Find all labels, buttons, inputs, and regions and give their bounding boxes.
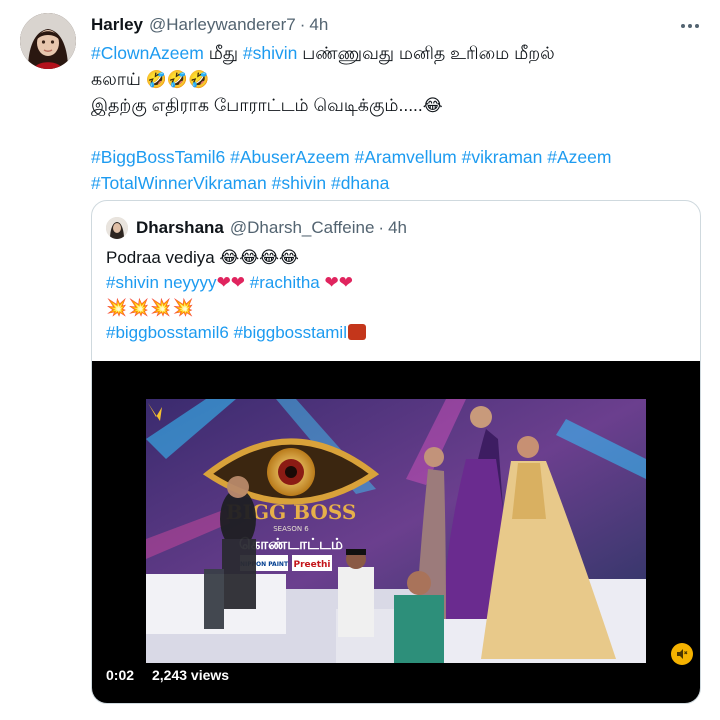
quoted-line-4: #biggbosstamil6 #biggbosstamil	[106, 320, 686, 345]
video-view-count: 2,243 views	[152, 667, 230, 683]
hashtag-link[interactable]: #biggbosstamil6	[106, 323, 229, 342]
quoted-line-3: 💥💥💥💥	[106, 295, 686, 320]
hashtag-link[interactable]: #TotalWinnerVikraman	[91, 173, 267, 193]
video-sponsor-text: Preethi	[293, 560, 330, 570]
heart-emoji: ❤❤	[216, 273, 246, 293]
hashtag-link[interactable]: #BiggBossTamil6	[91, 147, 225, 167]
quoted-tweet[interactable]: Dharshana @Dharsh_Caffeine · 4h Podraa v…	[91, 200, 701, 704]
quoted-author-handle[interactable]: @Dharsh_Caffeine	[230, 218, 375, 238]
hashtag-link[interactable]: #shivin neyyyy	[106, 273, 217, 292]
quoted-header: Dharshana @Dharsh_Caffeine · 4h	[136, 217, 407, 239]
tweet-text-line: #ClownAzeem மீது #shivin பண்ணுவது மனித உ…	[91, 40, 701, 66]
tweet-text-fragment: மீது	[203, 43, 243, 63]
tweet: Harley @Harleywanderer7 · 4h #ClownAzeem…	[0, 0, 720, 720]
tweet-text: #ClownAzeem மீது #shivin பண்ணுவது மனித உ…	[91, 40, 701, 196]
tweet-text-line: #TotalWinnerVikraman #shivin #dhana	[91, 170, 701, 196]
tweet-text-fragment: இதற்கு எதிராக போராட்டம் வெடிக்கும்.....	[91, 95, 423, 115]
quoted-text: Podraa vediya 😂😂😂😂 #shivin neyyyy❤❤ #rac…	[106, 245, 686, 345]
tweet-text-line	[91, 118, 701, 144]
hashtag-link[interactable]: #ClownAzeem	[91, 43, 204, 63]
more-options-icon[interactable]	[676, 14, 704, 38]
hashtag-link[interactable]: #shivin	[272, 173, 326, 193]
tweet-text-fragment: கலாய்	[91, 69, 146, 89]
tweet-text-line: #BiggBossTamil6 #AbuserAzeem #Aramvellum…	[91, 144, 701, 170]
next-item-peek	[91, 714, 111, 720]
tweet-text-line: கலாய் 🤣🤣🤣	[91, 66, 701, 92]
video-frame[interactable]: BIGG BOSS SEASON 6 கொண்டாட்டம் NIPPON PA…	[146, 399, 646, 663]
author-handle[interactable]: @Harleywanderer7	[149, 15, 296, 35]
hashtag-link[interactable]: #Azeem	[547, 147, 611, 167]
quoted-header-separator: ·	[378, 218, 385, 237]
tweet-timestamp[interactable]: 4h	[309, 15, 328, 35]
video-timecode: 0:02	[100, 663, 141, 687]
bigg-boss-badge-icon	[348, 324, 366, 340]
hashtag-link[interactable]: #biggbosstamil	[234, 323, 347, 342]
hashtag-link[interactable]: #vikraman	[462, 147, 543, 167]
quoted-author-name[interactable]: Dharshana	[136, 218, 224, 238]
author-avatar[interactable]	[20, 13, 76, 69]
tweet-text-fragment: பண்ணுவது மனித உரிமை மீறல்	[297, 43, 555, 63]
emoji: 😂	[422, 96, 443, 116]
quoted-line-1: Podraa vediya 😂😂😂😂	[106, 245, 686, 270]
heart-emoji: ❤❤	[324, 273, 353, 293]
hashtag-link[interactable]: #Aramvellum	[355, 147, 457, 167]
hashtag-link[interactable]: #AbuserAzeem	[230, 147, 350, 167]
quoted-author-avatar[interactable]	[106, 217, 128, 239]
laughing-emoji: 😂😂😂😂	[219, 248, 299, 268]
quoted-timestamp[interactable]: 4h	[388, 218, 407, 238]
video-season-text: SEASON 6	[273, 525, 309, 533]
tweet-text-line: இதற்கு எதிராக போராட்டம் வெடிக்கும்.....😂	[91, 92, 701, 118]
quoted-line-2: #shivin neyyyy❤❤ #rachitha ❤❤	[106, 270, 686, 295]
video-player[interactable]: BIGG BOSS SEASON 6 கொண்டாட்டம் NIPPON PA…	[92, 361, 700, 703]
hashtag-link[interactable]: #shivin	[243, 43, 297, 63]
quoted-text-fragment: Podraa vediya	[106, 248, 220, 267]
collision-emoji: 💥💥💥💥	[106, 298, 195, 318]
hashtag-link[interactable]: #dhana	[331, 173, 389, 193]
header-separator: ·	[299, 15, 306, 34]
tweet-header: Harley @Harleywanderer7 · 4h	[91, 14, 328, 36]
sound-toggle-icon[interactable]	[671, 643, 693, 665]
emoji: 🤣🤣🤣	[145, 70, 210, 90]
hashtag-link[interactable]: #rachitha	[250, 273, 320, 292]
author-name[interactable]: Harley	[91, 15, 143, 35]
